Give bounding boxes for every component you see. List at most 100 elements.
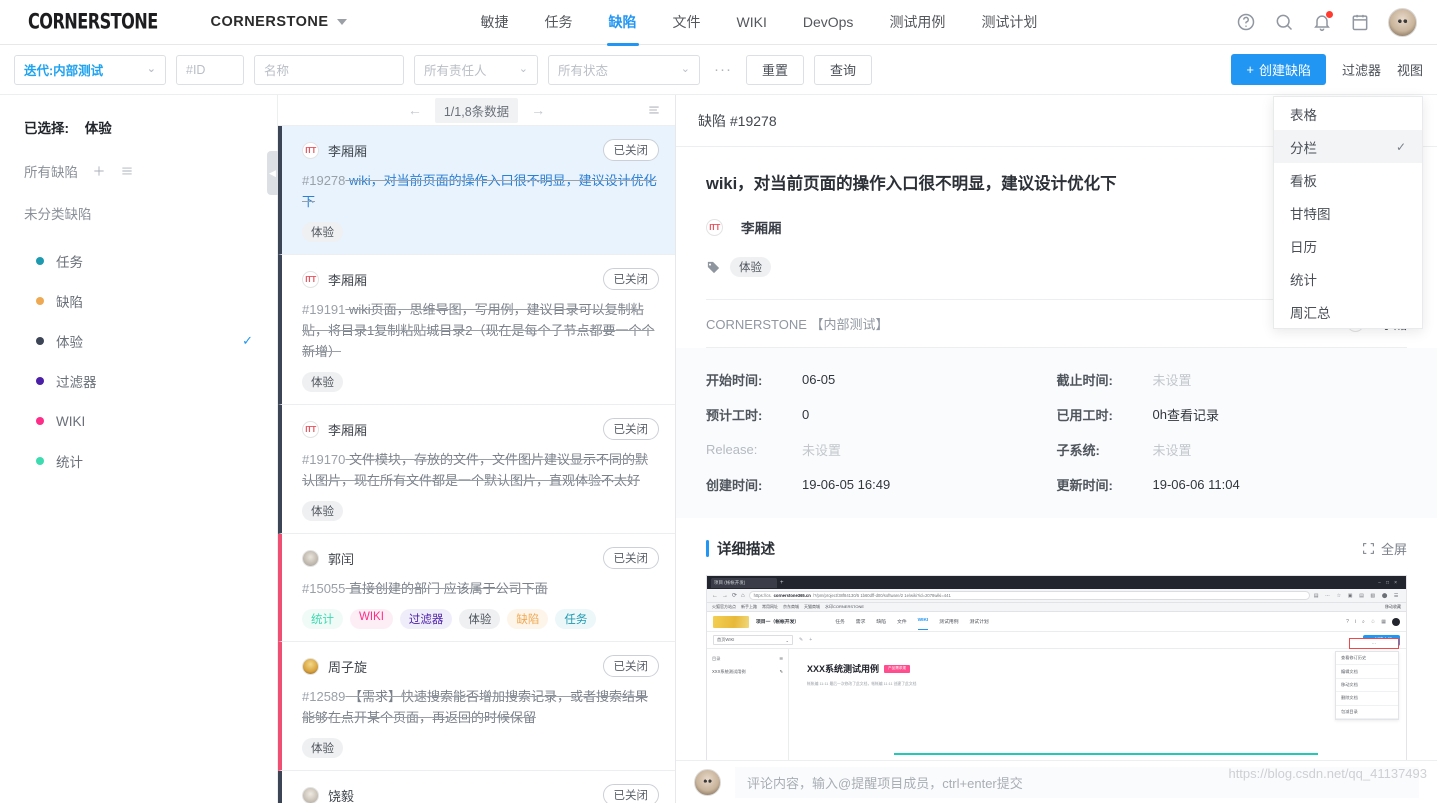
- nav-tab-wiki[interactable]: WIKI: [719, 2, 785, 43]
- field-updated-time: 更新时间: 19-06-06 11:04: [1057, 475, 1408, 494]
- list-item[interactable]: ITT 李厢厢 已关闭 #19278 wiki，对当前页面的操作入口很不明显，建…: [278, 126, 675, 255]
- list-item[interactable]: 周子旋 已关闭 #12589 【需求】快速搜索能否增加搜索记录，或者搜索结果能够…: [278, 642, 675, 771]
- sidebar-item-stats[interactable]: 统计: [0, 441, 277, 481]
- field-value[interactable]: 0: [802, 407, 809, 422]
- tag-chip[interactable]: 统计: [302, 609, 343, 629]
- embedded-new-tab-icon: +: [780, 580, 784, 586]
- sidebar-item-experience[interactable]: 体验 ✓: [0, 321, 277, 361]
- bug-list-scroll-area[interactable]: ITT 李厢厢 已关闭 #19278 wiki，对当前页面的操作入口很不明显，建…: [278, 126, 675, 803]
- owner-select[interactable]: 所有责任人 ⌄: [414, 55, 538, 85]
- embedded-sidebar-menu-icon: ☰: [779, 656, 783, 662]
- field-value[interactable]: 0h: [1153, 407, 1167, 422]
- embedded-menu-item: 测试计划: [970, 618, 989, 625]
- fullscreen-button[interactable]: 全屏: [1362, 539, 1407, 558]
- embedded-menu-item: 文件: [897, 618, 907, 625]
- filter-link[interactable]: 过滤器: [1342, 60, 1381, 79]
- notification-bell-icon[interactable]: [1312, 12, 1332, 32]
- embedded-app-logo: [713, 616, 749, 628]
- embedded-forward-icon: →: [722, 593, 728, 599]
- view-records-link[interactable]: 查看记录: [1167, 405, 1219, 424]
- embedded-add-icon: +: [809, 637, 812, 643]
- list-item[interactable]: 饶毅 已关闭 #10710 编辑分类也应该是保存后生效，不是即时生效 体验 缺陷: [278, 771, 675, 803]
- user-avatar[interactable]: [1388, 8, 1417, 37]
- nav-tab-devops[interactable]: DevOps: [785, 2, 872, 43]
- field-value[interactable]: 06-05: [802, 372, 835, 387]
- sidebar-item-wiki[interactable]: WIKI: [0, 401, 277, 441]
- embedded-doc-title-text: XXX系统测试用例: [807, 662, 879, 675]
- comment-input[interactable]: 评论内容，输入@提醒项目成员，ctrl+enter提交: [735, 767, 1419, 798]
- list-options-icon[interactable]: [647, 103, 661, 117]
- list-item-tags: 统计 WIKI 过滤器 体验 缺陷 任务: [302, 609, 659, 629]
- sidebar-item-label: 缺陷: [56, 291, 83, 311]
- tag-chip[interactable]: 缺陷: [507, 609, 548, 629]
- tag-chip[interactable]: 体验: [730, 257, 771, 277]
- nav-tab-testplans[interactable]: 测试计划: [963, 0, 1055, 45]
- view-option-stats[interactable]: 统计: [1274, 262, 1422, 295]
- view-option-columns[interactable]: 分栏 ✓: [1274, 130, 1422, 163]
- list-item-tags: 体验: [302, 222, 659, 242]
- list-item-title-text: 直接创建的部门 应该属于公司下面: [349, 581, 548, 596]
- embedded-menu-item: 需求: [856, 618, 866, 625]
- embedded-help-icon: ?: [1346, 619, 1349, 625]
- list-item[interactable]: ITT 李厢厢 已关闭 #19191 wiki页面，思维导图，写用例，建议目录可…: [278, 255, 675, 405]
- project-switcher[interactable]: CORNERSTONE: [210, 14, 346, 30]
- view-option-kanban[interactable]: 看板: [1274, 163, 1422, 196]
- name-input[interactable]: 名称: [254, 55, 404, 85]
- sidebar-item-tasks[interactable]: 任务: [0, 241, 277, 281]
- help-icon[interactable]: [1236, 12, 1256, 32]
- list-settings-icon[interactable]: [120, 164, 134, 178]
- description-screenshot: 项目 (帐帐开发) + −□× ← → ⟳ ⌂ https://cs.corne…: [706, 575, 1407, 775]
- view-option-gantt[interactable]: 甘特图: [1274, 196, 1422, 229]
- field-estimated-hours: 预计工时: 0: [706, 405, 1057, 424]
- tag-chip[interactable]: 体验: [302, 738, 343, 758]
- list-item[interactable]: 郭闰 已关闭 #15055 直接创建的部门 应该属于公司下面 统计 WIKI 过…: [278, 534, 675, 642]
- tag-chip[interactable]: 过滤器: [400, 609, 453, 629]
- tag-chip[interactable]: 体验: [302, 501, 343, 521]
- tag-chip[interactable]: 体验: [302, 222, 343, 242]
- field-value[interactable]: 未设置: [802, 440, 841, 459]
- field-value[interactable]: 未设置: [1153, 440, 1192, 459]
- tag-chip[interactable]: 任务: [555, 609, 596, 629]
- search-icon[interactable]: [1274, 12, 1294, 32]
- view-option-weekly[interactable]: 周汇总: [1274, 295, 1422, 328]
- field-start-time: 开始时间: 06-05: [706, 370, 1057, 389]
- pagination-next-icon[interactable]: →: [531, 102, 545, 118]
- tag-chip[interactable]: WIKI: [350, 609, 393, 629]
- sidebar-item-label: 统计: [56, 451, 83, 471]
- nav-tab-tasks[interactable]: 任务: [527, 0, 591, 45]
- sidebar-item-bugs[interactable]: 缺陷: [0, 281, 277, 321]
- nav-tab-bugs[interactable]: 缺陷: [591, 0, 655, 45]
- view-link[interactable]: 视图: [1397, 60, 1423, 79]
- create-bug-button[interactable]: + 创建缺陷: [1231, 54, 1326, 85]
- all-bugs-label[interactable]: 所有缺陷: [24, 161, 78, 181]
- view-option-calendar[interactable]: 日历: [1274, 229, 1422, 262]
- embedded-doc-meta: 帐帐编 11:11 最后一次修改了此文档，帐帐编 11:11 创建了此文档: [807, 682, 1406, 687]
- field-used-hours: 已用工时: 0h 查看记录: [1057, 405, 1408, 424]
- list-item[interactable]: ITT 李厢厢 已关闭 #19170 文件模块，存放的文件，文件图片建议显示不同…: [278, 405, 675, 534]
- reset-button[interactable]: 重置: [746, 55, 804, 85]
- avatar: [302, 787, 319, 803]
- embedded-toolbar-icons: ▤ ⋯ ☆: [1314, 593, 1344, 599]
- sidebar-collapse-handle[interactable]: ◀: [267, 151, 278, 195]
- nav-tab-testcases[interactable]: 测试用例: [871, 0, 963, 45]
- view-option-table[interactable]: 表格: [1274, 97, 1422, 130]
- sidebar-item-filters[interactable]: 过滤器: [0, 361, 277, 401]
- calendar-icon[interactable]: [1350, 12, 1370, 32]
- pagination-prev-icon[interactable]: ←: [408, 102, 422, 118]
- nav-tab-agile[interactable]: 敏捷: [463, 0, 527, 45]
- list-item-user: 郭闰: [328, 549, 354, 568]
- status-select[interactable]: 所有状态 ⌄: [548, 55, 700, 85]
- list-item-header: ITT 李厢厢 已关闭: [302, 418, 659, 440]
- iteration-select[interactable]: 迭代:内部测试 ⌄: [14, 55, 166, 85]
- add-category-icon[interactable]: [92, 164, 106, 178]
- tag-chip[interactable]: 体验: [459, 609, 500, 629]
- tag-chip[interactable]: 体验: [302, 372, 343, 392]
- nav-tab-files[interactable]: 文件: [655, 0, 719, 45]
- list-item-title: #19278 wiki，对当前页面的操作入口很不明显，建议设计优化下: [302, 170, 659, 212]
- query-button[interactable]: 查询: [814, 55, 872, 85]
- embedded-doc-divider: [894, 753, 1318, 755]
- id-input[interactable]: #ID: [176, 55, 244, 85]
- view-option-label: 周汇总: [1290, 302, 1331, 322]
- field-value[interactable]: 未设置: [1153, 370, 1192, 389]
- more-filters-button[interactable]: ···: [710, 61, 736, 78]
